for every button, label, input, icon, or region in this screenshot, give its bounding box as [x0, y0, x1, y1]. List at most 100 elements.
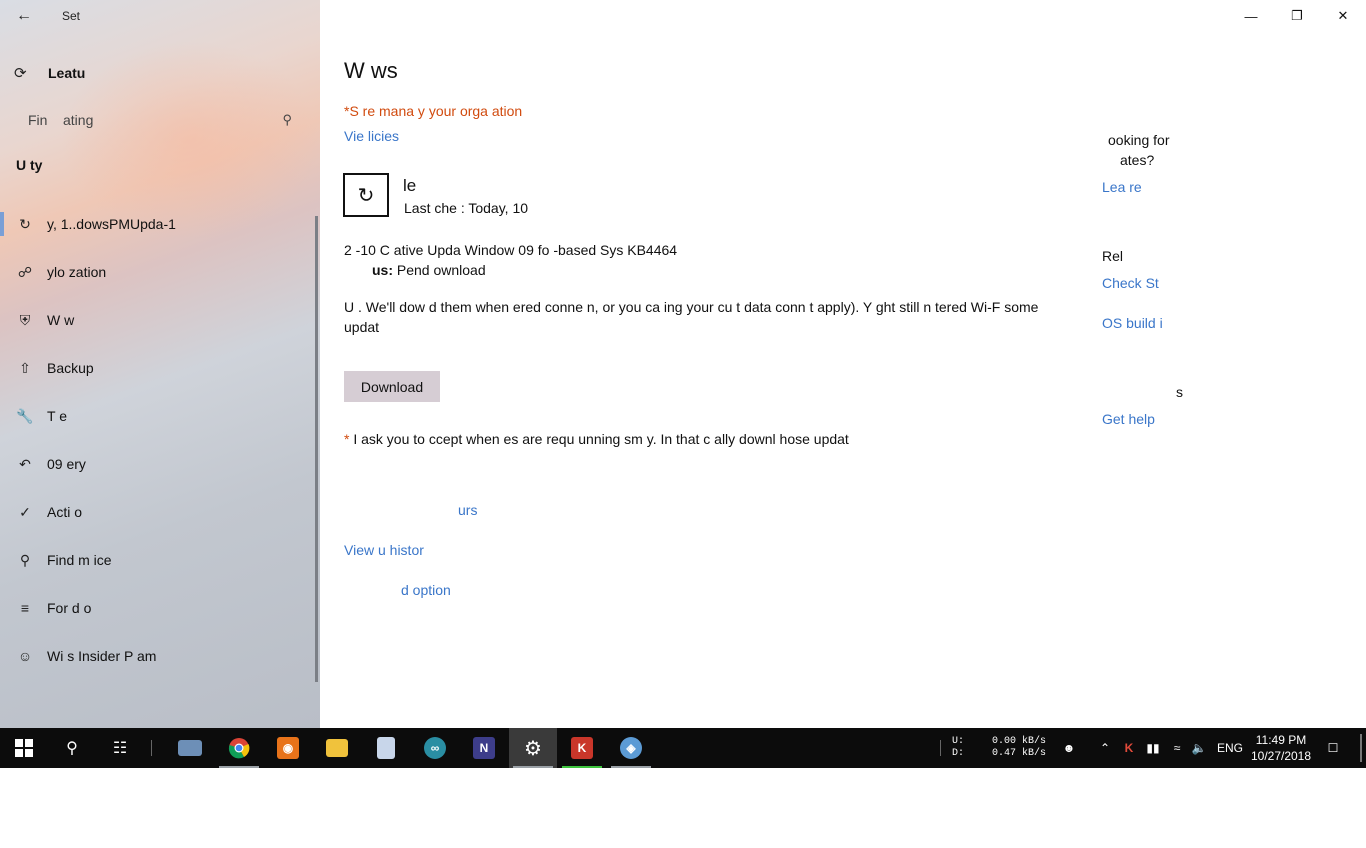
task-view-button[interactable]: ☷	[96, 728, 144, 768]
volume-icon: 🔈	[1191, 741, 1207, 755]
get-help-link[interactable]: Get help	[1102, 411, 1155, 427]
taskbar-search-button[interactable]: ⚲	[48, 728, 96, 768]
taskbar-app-onenote[interactable]: N	[460, 728, 508, 768]
update-status-value: Pend ownload	[396, 262, 486, 278]
sidebar-item-delivery-optimization[interactable]: ☍ ylo zation	[0, 252, 318, 292]
close-button[interactable]: ✕	[1320, 0, 1366, 32]
maximize-button[interactable]: ❐	[1274, 0, 1320, 32]
taskbar-app-settings[interactable]: ⚙	[509, 728, 557, 768]
window-controls: — ❐ ✕	[1228, 0, 1366, 32]
tray-divider	[940, 740, 941, 756]
volume-button[interactable]: 🔈	[1188, 728, 1210, 768]
section-title: U ty	[16, 157, 43, 173]
org-managed-notice: *S re mana y your orga ation	[344, 103, 523, 119]
minimize-icon: —	[1244, 8, 1258, 24]
wrench-icon: 🔧	[16, 407, 34, 424]
running-indicator	[219, 766, 259, 768]
download-button[interactable]: Download	[344, 371, 440, 402]
chevron-up-icon: ⌃	[1099, 741, 1111, 755]
onenote-icon: N	[473, 737, 495, 759]
sidebar-item-find-my-device[interactable]: ⚲ Find m ice	[0, 540, 318, 580]
download-label: D:	[952, 748, 965, 759]
sidebar-item-insider-program[interactable]: ☺ Wi s Insider P am	[0, 636, 318, 676]
taskbar-app-paint[interactable]: ◈	[607, 728, 655, 768]
back-button[interactable]: ←	[8, 2, 40, 30]
view-update-history-link[interactable]: View u histor	[344, 542, 424, 558]
home-link[interactable]: ⟳ Leatu	[14, 60, 85, 86]
sidebar-item-label: T e	[47, 408, 67, 424]
sidebar-item-windows-security[interactable]: ⛨ W w	[0, 300, 318, 340]
restore-icon: ❐	[1291, 8, 1303, 23]
sidebar-item-label: Find m ice	[47, 552, 112, 568]
tray-kaspersky[interactable]: K	[1118, 728, 1140, 768]
settings-search[interactable]: ⚲	[14, 104, 306, 136]
latest-updates-question: ates?	[1120, 152, 1155, 168]
sidebar-item-windows-update[interactable]: ↻ y, 1..dowsPMUpda-1	[0, 204, 318, 244]
related-settings-heading: Rel	[1102, 248, 1124, 264]
looking-for-info-text: ooking for	[1108, 132, 1170, 148]
taskbar-app-arduino[interactable]: ∞	[411, 728, 459, 768]
learn-more-link[interactable]: Lea re	[1102, 179, 1142, 195]
clock[interactable]: 11:49 PM 10/27/2018	[1246, 732, 1316, 764]
taskbar-app-chrome[interactable]	[215, 728, 263, 768]
chrome-icon	[228, 738, 250, 759]
sidebar-item-for-developers[interactable]: ≡ For d o	[0, 588, 318, 628]
windows-icon	[15, 739, 33, 757]
running-indicator	[562, 766, 602, 768]
arduino-icon: ∞	[424, 737, 446, 759]
start-button[interactable]	[0, 728, 48, 768]
update-status: us: Pend ownload	[372, 262, 486, 278]
taskbar-app-kaspersky[interactable]: K	[558, 728, 606, 768]
sidebar-item-label: For d o	[47, 600, 92, 616]
page-title: W ws	[344, 58, 398, 83]
people-icon: ☻	[1062, 741, 1076, 755]
show-hidden-icons-button[interactable]: ⌃	[1094, 728, 1116, 768]
running-indicator	[513, 766, 553, 768]
advanced-options-link[interactable]: d option	[401, 582, 451, 598]
questions-heading: s	[1176, 384, 1183, 400]
sidebar-item-label: ylo zation	[47, 264, 107, 280]
sidebar-item-activation[interactable]: ✓ Acti o	[0, 492, 318, 532]
taskbar-app-explorer[interactable]	[313, 728, 361, 768]
update-name: 2 -10 C ative Upda Window 09 fo -based S…	[344, 242, 678, 258]
taskbar-app-pc[interactable]	[166, 728, 214, 768]
people-button[interactable]: ☻	[1056, 728, 1082, 768]
shield-icon: ⛨	[19, 311, 31, 328]
sidebar-item-label: Backup	[47, 360, 94, 376]
os-build-info-link[interactable]: OS build i	[1102, 315, 1163, 331]
wifi-button[interactable]: ≈	[1166, 728, 1188, 768]
change-active-hours-link[interactable]: urs	[458, 502, 477, 518]
close-icon: ✕	[1337, 8, 1349, 23]
sidebar-item-troubleshoot[interactable]: 🔧 T e	[0, 396, 318, 436]
notification-icon: ☐	[1327, 741, 1339, 755]
palette-icon: ◈	[620, 737, 642, 759]
running-indicator	[611, 766, 651, 768]
wifi-icon: ≈	[1173, 741, 1181, 755]
taskbar-app-notepad[interactable]	[362, 728, 410, 768]
metered-connection-description: U . We'll dow d them when ered conne n, …	[344, 299, 1039, 335]
action-center-button[interactable]: ☐	[1320, 728, 1346, 768]
sidebar-item-recovery[interactable]: ↶ 09 ery	[0, 444, 318, 484]
sidebar-item-backup[interactable]: ⇧ Backup	[0, 348, 318, 388]
restart-note-text: I ask you to ccept when es are requ unni…	[349, 431, 849, 447]
language-indicator[interactable]: ENG	[1214, 728, 1246, 768]
search-icon[interactable]: ⚲	[282, 112, 292, 128]
developers-icon: ≡	[20, 600, 30, 616]
sidebar-item-label: 09 ery	[47, 456, 86, 472]
home-label: Leatu	[48, 65, 86, 81]
search-input[interactable]	[28, 112, 248, 128]
check-storage-link[interactable]: Check St	[1102, 275, 1159, 291]
battery-button[interactable]: ▮▮	[1142, 728, 1164, 768]
sidebar-scrollbar[interactable]	[315, 216, 318, 682]
show-desktop-button[interactable]	[1360, 734, 1362, 762]
sidebar-item-label: Acti o	[47, 504, 83, 520]
minimize-button[interactable]: —	[1228, 0, 1274, 32]
view-policies-link[interactable]: Vie licies	[344, 128, 399, 144]
upload-label: U:	[952, 736, 965, 747]
sidebar-item-label: Wi s Insider P am	[47, 648, 157, 664]
clock-time: 11:49 PM	[1255, 733, 1307, 747]
taskbar-app-ideas[interactable]: ◉	[264, 728, 312, 768]
gear-icon: ⚙	[524, 737, 542, 760]
home-icon: ⟳	[14, 65, 27, 82]
lightbulb-icon: ◉	[277, 737, 299, 759]
